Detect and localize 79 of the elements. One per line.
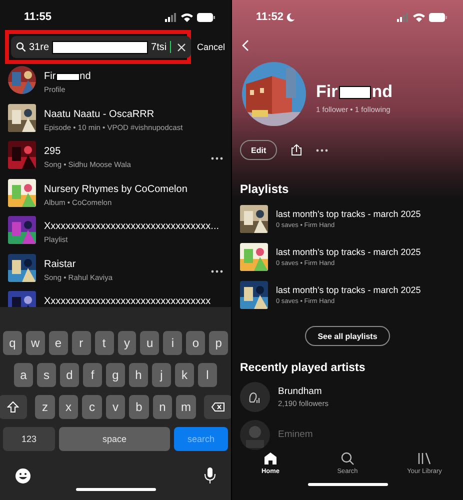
letter-key[interactable]: f (83, 363, 102, 387)
letter-key[interactable]: h (129, 363, 148, 387)
back-icon[interactable] (242, 40, 249, 51)
search-field[interactable]: 31re 7tsi (11, 36, 191, 58)
letter-key[interactable]: j (152, 363, 171, 387)
space-key[interactable]: space (59, 427, 170, 451)
profile-name: nd (372, 82, 393, 102)
letter-key[interactable]: a (14, 363, 33, 387)
letter-key[interactable]: k (175, 363, 194, 387)
letter-key[interactable]: d (60, 363, 79, 387)
battery-icon (197, 12, 215, 22)
letter-key[interactable]: o (186, 331, 206, 355)
backspace-key[interactable] (204, 395, 231, 419)
more-icon[interactable] (211, 270, 223, 273)
redaction-mark (338, 86, 371, 98)
more-icon[interactable] (316, 148, 328, 152)
more-icon[interactable] (211, 157, 223, 160)
battery-icon (429, 12, 447, 22)
section-heading: Playlists (239, 182, 290, 196)
letter-key[interactable]: n (152, 395, 172, 419)
search-icon (16, 42, 26, 52)
status-time: 11:55 (24, 11, 52, 23)
microphone-icon[interactable] (204, 467, 216, 484)
letter-key[interactable]: i (163, 331, 182, 355)
clear-icon[interactable] (176, 42, 186, 52)
search-icon (341, 452, 354, 465)
wifi-icon (413, 12, 425, 22)
result-title: nd (80, 71, 91, 83)
library-icon (418, 452, 431, 465)
result-title: 295 (44, 146, 61, 158)
result-title: Xxxxxxxxxxxxxxxxxxxxxxxxxxxxxxxxx (44, 296, 211, 307)
letter-key[interactable]: q (2, 331, 22, 355)
letter-key[interactable]: v (106, 395, 126, 419)
result-title: Raistar (44, 258, 76, 270)
artist-row[interactable]: Eminem (232, 416, 463, 454)
signal-icon (165, 12, 177, 22)
letter-key[interactable]: b (129, 395, 149, 419)
cancel-button[interactable]: Cancel (196, 42, 225, 52)
playlist-title: last month's top tracks - march 2025 (276, 209, 421, 220)
see-all-playlists-button[interactable]: See all playlists (304, 326, 390, 346)
letter-key[interactable]: r (72, 331, 91, 355)
playlist-title: last month's top tracks - march 2025 (276, 247, 421, 258)
share-icon[interactable] (291, 144, 302, 156)
numbers-key[interactable]: 123 (3, 427, 55, 451)
wifi-icon (181, 12, 193, 22)
letter-key[interactable]: z (35, 395, 55, 419)
letter-key[interactable]: t (94, 331, 114, 355)
letter-key[interactable]: c (82, 395, 102, 419)
result-title: Nursery Rhymes by CoComelon (44, 184, 188, 196)
edit-button[interactable]: Edit (240, 140, 278, 160)
letter-key[interactable]: u (140, 331, 160, 355)
result-title: Naatu Naatu - OscaRRR (44, 108, 154, 120)
status-time: 11:52 (256, 11, 284, 23)
signal-icon (397, 12, 409, 22)
profile-name: Fir (316, 82, 338, 102)
letter-key[interactable]: g (106, 363, 125, 387)
shift-key[interactable] (0, 395, 28, 419)
search-text: 7tsi (151, 42, 167, 52)
backspace-icon (210, 402, 225, 412)
home-icon (264, 452, 277, 465)
letter-key[interactable]: l (198, 363, 217, 387)
artist-name: Brundham (278, 386, 322, 398)
emoji-icon[interactable] (15, 468, 31, 484)
moon-icon (286, 12, 295, 22)
section-heading: Recently played artists (239, 362, 366, 374)
letter-key[interactable]: s (37, 363, 56, 387)
letter-key[interactable]: e (48, 331, 68, 355)
result-title: Fir (44, 71, 56, 83)
letter-key[interactable]: m (176, 395, 196, 419)
artist-placeholder-icon (240, 382, 270, 412)
search-text: 31re (29, 42, 50, 52)
letter-key[interactable]: p (209, 331, 228, 355)
playlist-title: last month's top tracks - march 2025 (276, 285, 421, 296)
result-title: Xxxxxxxxxxxxxxxxxxxxxxxxxxxxxxxxx... (44, 221, 220, 233)
artist-name: Eminem (278, 429, 313, 441)
shift-icon (7, 401, 20, 413)
letter-key[interactable]: x (58, 395, 78, 419)
letter-key[interactable]: w (26, 331, 45, 355)
letter-key[interactable]: y (118, 331, 136, 355)
